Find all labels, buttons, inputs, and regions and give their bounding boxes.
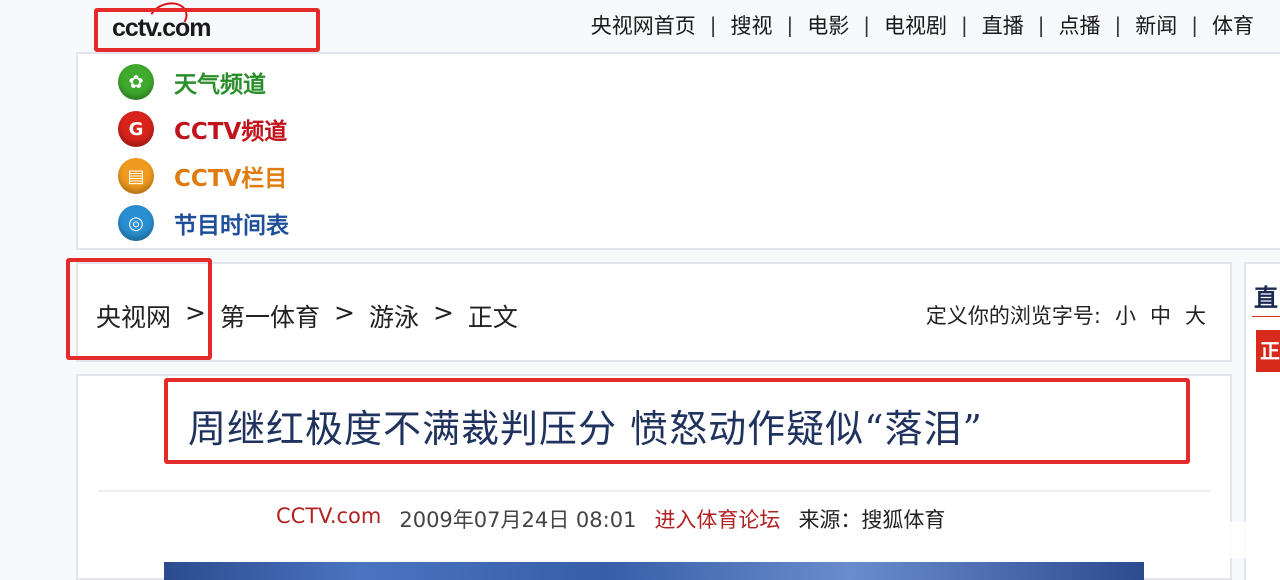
watermark — [1030, 522, 1260, 558]
side-panel-title: 直 — [1254, 284, 1278, 312]
breadcrumb-item-article: 正文 — [467, 303, 518, 332]
column-icon: ▤ — [118, 158, 154, 194]
nav-item-sports[interactable]: 体育 — [1198, 10, 1254, 40]
nav-separator: | — [709, 13, 717, 37]
breadcrumb-item-swimming[interactable]: 游泳 — [369, 298, 419, 334]
top-bar: cctv.com 央视网首页 | 搜视 | 电影 | 电视剧 | 直播 | 点播… — [0, 0, 1280, 52]
article-meta: CCTV.com 2009年07月24日 08:01 进入体育论坛 来源：搜狐体… — [276, 504, 963, 534]
nav-separator: | — [1191, 13, 1198, 37]
channel-label: 节目时间表 — [174, 213, 289, 239]
channel-label: CCTV栏目 — [174, 166, 288, 192]
font-size-selector: 定义你的浏览字号: 小 中 大 — [926, 300, 1206, 330]
publish-datetime: 2009年07月24日 08:01 — [399, 508, 637, 532]
schedule-icon: ◎ — [118, 205, 154, 241]
breadcrumb-separator: > — [333, 298, 355, 327]
breadcrumb-highlight-box — [66, 258, 212, 360]
side-panel-tab[interactable]: 正 — [1256, 330, 1280, 372]
page: cctv.com 央视网首页 | 搜视 | 电影 | 电视剧 | 直播 | 点播… — [0, 0, 1280, 580]
breadcrumb-bar: 央视网 > 第一体育 > 游泳 > 正文 定义你的浏览字号: 小 中 大 — [76, 262, 1232, 362]
nav-separator: | — [863, 13, 870, 37]
channel-label: 天气频道 — [174, 72, 266, 98]
nav-separator: | — [786, 13, 794, 37]
channel-schedule[interactable]: ◎ 节目时间表 — [118, 205, 289, 241]
breadcrumb-item-sports[interactable]: 第一体育 — [220, 298, 320, 334]
divider — [98, 490, 1210, 492]
channel-cctv[interactable]: G CCTV频道 — [118, 111, 287, 147]
channel-list: ✿ 天气频道 G CCTV频道 ▤ CCTV栏目 ◎ 节目时间表 — [76, 52, 1280, 250]
top-nav: 央视网首页 | 搜视 | 电影 | 电视剧 | 直播 | 点播 | 新闻 | 体… — [577, 10, 1254, 40]
side-panel-divider — [1252, 316, 1280, 317]
article-origin: 来源：搜狐体育 — [798, 508, 946, 532]
breadcrumb-separator: > — [432, 298, 454, 327]
cctv-channel-icon: G — [118, 111, 154, 147]
nav-item-on-demand[interactable]: 点播 — [1045, 10, 1115, 40]
font-size-label: 定义你的浏览字号: — [925, 304, 1101, 328]
nav-separator: | — [961, 13, 968, 37]
channel-weather[interactable]: ✿ 天气频道 — [118, 64, 266, 100]
headline-highlight-box — [164, 378, 1190, 464]
article-photo — [164, 562, 1144, 580]
font-size-large-button[interactable]: 大 — [1185, 300, 1206, 330]
nav-separator: | — [1114, 13, 1122, 37]
logo-highlight-box — [94, 8, 320, 52]
source-site-link[interactable]: CCTV.com — [276, 504, 381, 534]
nav-separator: | — [1037, 13, 1045, 37]
weather-icon: ✿ — [118, 64, 154, 100]
forum-link[interactable]: 进入体育论坛 — [654, 504, 780, 534]
channel-label: CCTV频道 — [174, 119, 288, 145]
nav-item-live[interactable]: 直播 — [968, 10, 1038, 40]
nav-item-soushi[interactable]: 搜视 — [717, 10, 787, 40]
nav-item-movies[interactable]: 电影 — [793, 10, 863, 40]
font-size-medium-button[interactable]: 中 — [1150, 300, 1171, 330]
nav-item-tv-series[interactable]: 电视剧 — [870, 10, 961, 40]
font-size-small-button[interactable]: 小 — [1115, 300, 1136, 330]
nav-item-home[interactable]: 央视网首页 — [577, 10, 710, 40]
channel-columns[interactable]: ▤ CCTV栏目 — [118, 158, 287, 194]
nav-item-news[interactable]: 新闻 — [1121, 10, 1191, 40]
